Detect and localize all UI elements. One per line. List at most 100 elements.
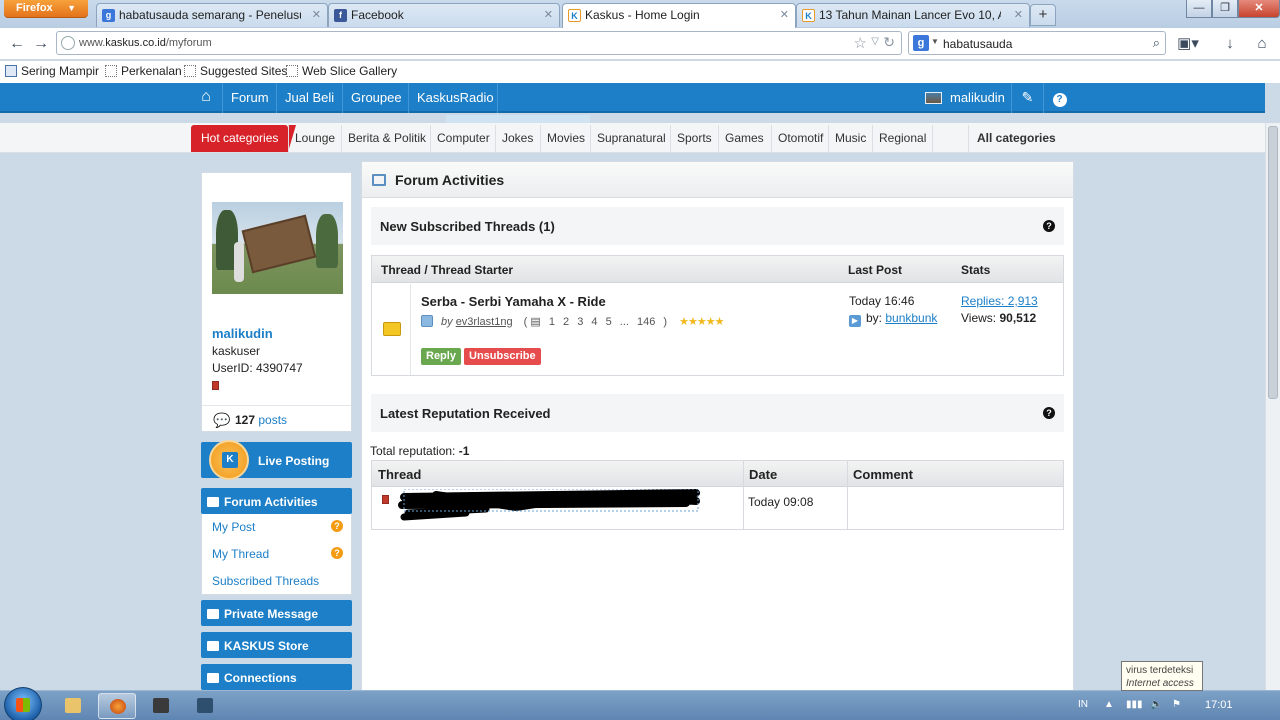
kaskus-store-button[interactable]: KASKUS Store [201,632,352,658]
connections-button[interactable]: Connections [201,664,352,690]
maximize-button[interactable]: ❐ [1212,0,1238,18]
submenu-subscribed-threads[interactable]: Subscribed Threads [212,574,319,588]
submenu-my-post[interactable]: My Post [212,520,255,534]
category-regional[interactable]: Regional [872,125,934,152]
tab-kaskus-home[interactable]: K Kaskus - Home Login ✕ [562,3,796,28]
tab-facebook[interactable]: f Facebook ✕ [328,3,560,27]
thread-select-checkbox[interactable] [421,315,433,327]
subscribed-threads-header: New Subscribed Threads (1) ? [371,207,1064,245]
profile-username[interactable]: malikudin [212,326,273,341]
action-center-icon[interactable]: ⚑ [1172,699,1181,710]
firefox-menu-label: Firefox [16,2,53,14]
activity-list-icon [372,174,386,186]
search-input[interactable]: habatusauda [943,37,1012,51]
new-tab-button[interactable]: + [1030,4,1056,26]
url-dropdown-icon[interactable]: ▽ [871,36,879,47]
tooltip-line-1: virus terdeteksi [1126,665,1194,676]
close-tab-icon[interactable]: ✕ [312,8,321,21]
category-games[interactable]: Games [718,125,770,152]
start-button[interactable] [4,687,42,720]
show-hidden-icons-icon[interactable]: ▲ [1104,699,1114,710]
category-lounge[interactable]: Lounge [288,125,341,152]
category-jokes[interactable]: Jokes [495,125,539,152]
bookmark-perkenalan[interactable]: Perkenalan [105,64,182,78]
profile-photo[interactable] [212,202,343,294]
search-box[interactable]: g ▼ habatusauda ⌕ [908,31,1166,55]
column-date: Date [749,467,778,482]
scrollbar-thumb[interactable] [1268,126,1278,399]
google-engine-icon[interactable]: g [913,35,929,51]
close-window-button[interactable]: ✕ [1238,0,1280,18]
page-link[interactable]: 3 [577,316,583,328]
last-poster-link[interactable]: bunkbunk [885,311,937,325]
reply-button[interactable]: Reply [421,348,461,365]
thread-title-link[interactable]: Serba - Serbi Yamaha X - Ride [421,294,606,309]
unsubscribe-button[interactable]: Unsubscribe [464,348,541,365]
page-link[interactable]: 5 [606,316,612,328]
webslice-menu-icon[interactable]: ▣▾ [1176,33,1200,55]
home-icon[interactable]: ⌂ [193,83,219,113]
pencil-icon[interactable]: ✎ [1011,83,1043,113]
help-icon[interactable]: ? [1043,83,1075,113]
home-icon[interactable]: ⌂ [1250,33,1274,55]
nav-kaskusradio[interactable]: KaskusRadio [408,83,502,113]
taskbar-app[interactable] [186,693,224,719]
tab-lancer-evo[interactable]: K 13 Tahun Mainan Lancer Evo 10, Aga... … [796,3,1030,27]
user-menu[interactable]: malikudin [920,83,1005,113]
category-supranatural[interactable]: Supranatural [590,125,672,152]
forum-activities-button[interactable]: Forum Activities [201,488,352,514]
category-movies[interactable]: Movies [540,125,591,152]
address-bar[interactable]: www.kaskus.co.id/myforum ☆ ▽ ↻ [56,31,902,55]
category-berita-politik[interactable]: Berita & Politik [341,125,432,152]
forward-arrow-icon[interactable]: → [30,33,52,55]
taskbar-explorer[interactable] [54,693,92,719]
redacted-thread-link[interactable] [396,489,706,529]
help-icon[interactable]: ? [1043,220,1055,232]
page-link[interactable]: 2 [563,316,569,328]
category-otomotif[interactable]: Otomotif [771,125,829,152]
close-tab-icon[interactable]: ✕ [544,8,553,21]
volume-icon[interactable]: 🔈 [1150,699,1162,710]
page-link[interactable]: 1 [549,316,555,328]
live-posting-button[interactable]: Live Posting [201,440,352,480]
private-message-button[interactable]: Private Message [201,600,352,626]
engine-dropdown-icon[interactable]: ▼ [931,37,939,46]
taskbar-media[interactable] [142,693,180,719]
nav-forum[interactable]: Forum [222,83,277,113]
minimize-button[interactable]: — [1186,0,1212,18]
language-indicator[interactable]: IN [1078,699,1088,710]
page-link[interactable]: 4 [591,316,597,328]
page-scrollbar[interactable] [1265,123,1280,690]
category-sports[interactable]: Sports [670,125,718,152]
bookmark-web-slice-gallery[interactable]: Web Slice Gallery [286,64,397,78]
back-arrow-icon[interactable]: ← [6,33,28,55]
category-music[interactable]: Music [828,125,872,152]
close-tab-icon[interactable]: ✕ [1014,8,1023,21]
taskbar-firefox[interactable] [98,693,136,719]
page-link[interactable]: 146 [637,316,655,328]
tab-google-search[interactable]: g habatusauda semarang - Penelusura... ✕ [96,3,328,27]
clock[interactable]: 17:01 [1205,699,1233,711]
firefox-menu-button[interactable]: Firefox ▼ [4,0,88,18]
hot-categories-tab[interactable]: Hot categories [191,125,297,152]
nav-groupee[interactable]: Groupee [342,83,410,113]
all-categories-dropdown[interactable]: All categories ▼ [968,125,1070,171]
category-computer[interactable]: Computer [430,125,496,152]
go-to-post-icon[interactable]: ▶ [849,315,861,327]
bookmark-star-icon[interactable]: ☆ [854,34,867,52]
close-tab-icon[interactable]: ✕ [780,8,789,21]
tab-title: Kaskus - Home Login [585,8,700,22]
bookmark-sering-mampir[interactable]: Sering Mampir [5,64,99,78]
bookmark-suggested-sites[interactable]: Suggested Sites [184,64,287,78]
replies-link[interactable]: Replies: 2,913 [961,294,1038,308]
nav-jual-beli[interactable]: Jual Beli [276,83,342,113]
network-icon[interactable]: ▮▮▮ [1126,699,1143,710]
reload-icon[interactable]: ↻ [883,34,895,51]
thread-starter-link[interactable]: ev3rlast1ng [456,316,513,328]
search-icon[interactable]: ⌕ [1153,35,1160,51]
profile-post-count[interactable]: 💬 127 posts [202,405,351,432]
posts-link[interactable]: posts [258,413,287,427]
submenu-my-thread[interactable]: My Thread [212,547,269,561]
help-icon[interactable]: ? [1043,407,1055,419]
downloads-icon[interactable]: ↓ [1218,33,1242,55]
